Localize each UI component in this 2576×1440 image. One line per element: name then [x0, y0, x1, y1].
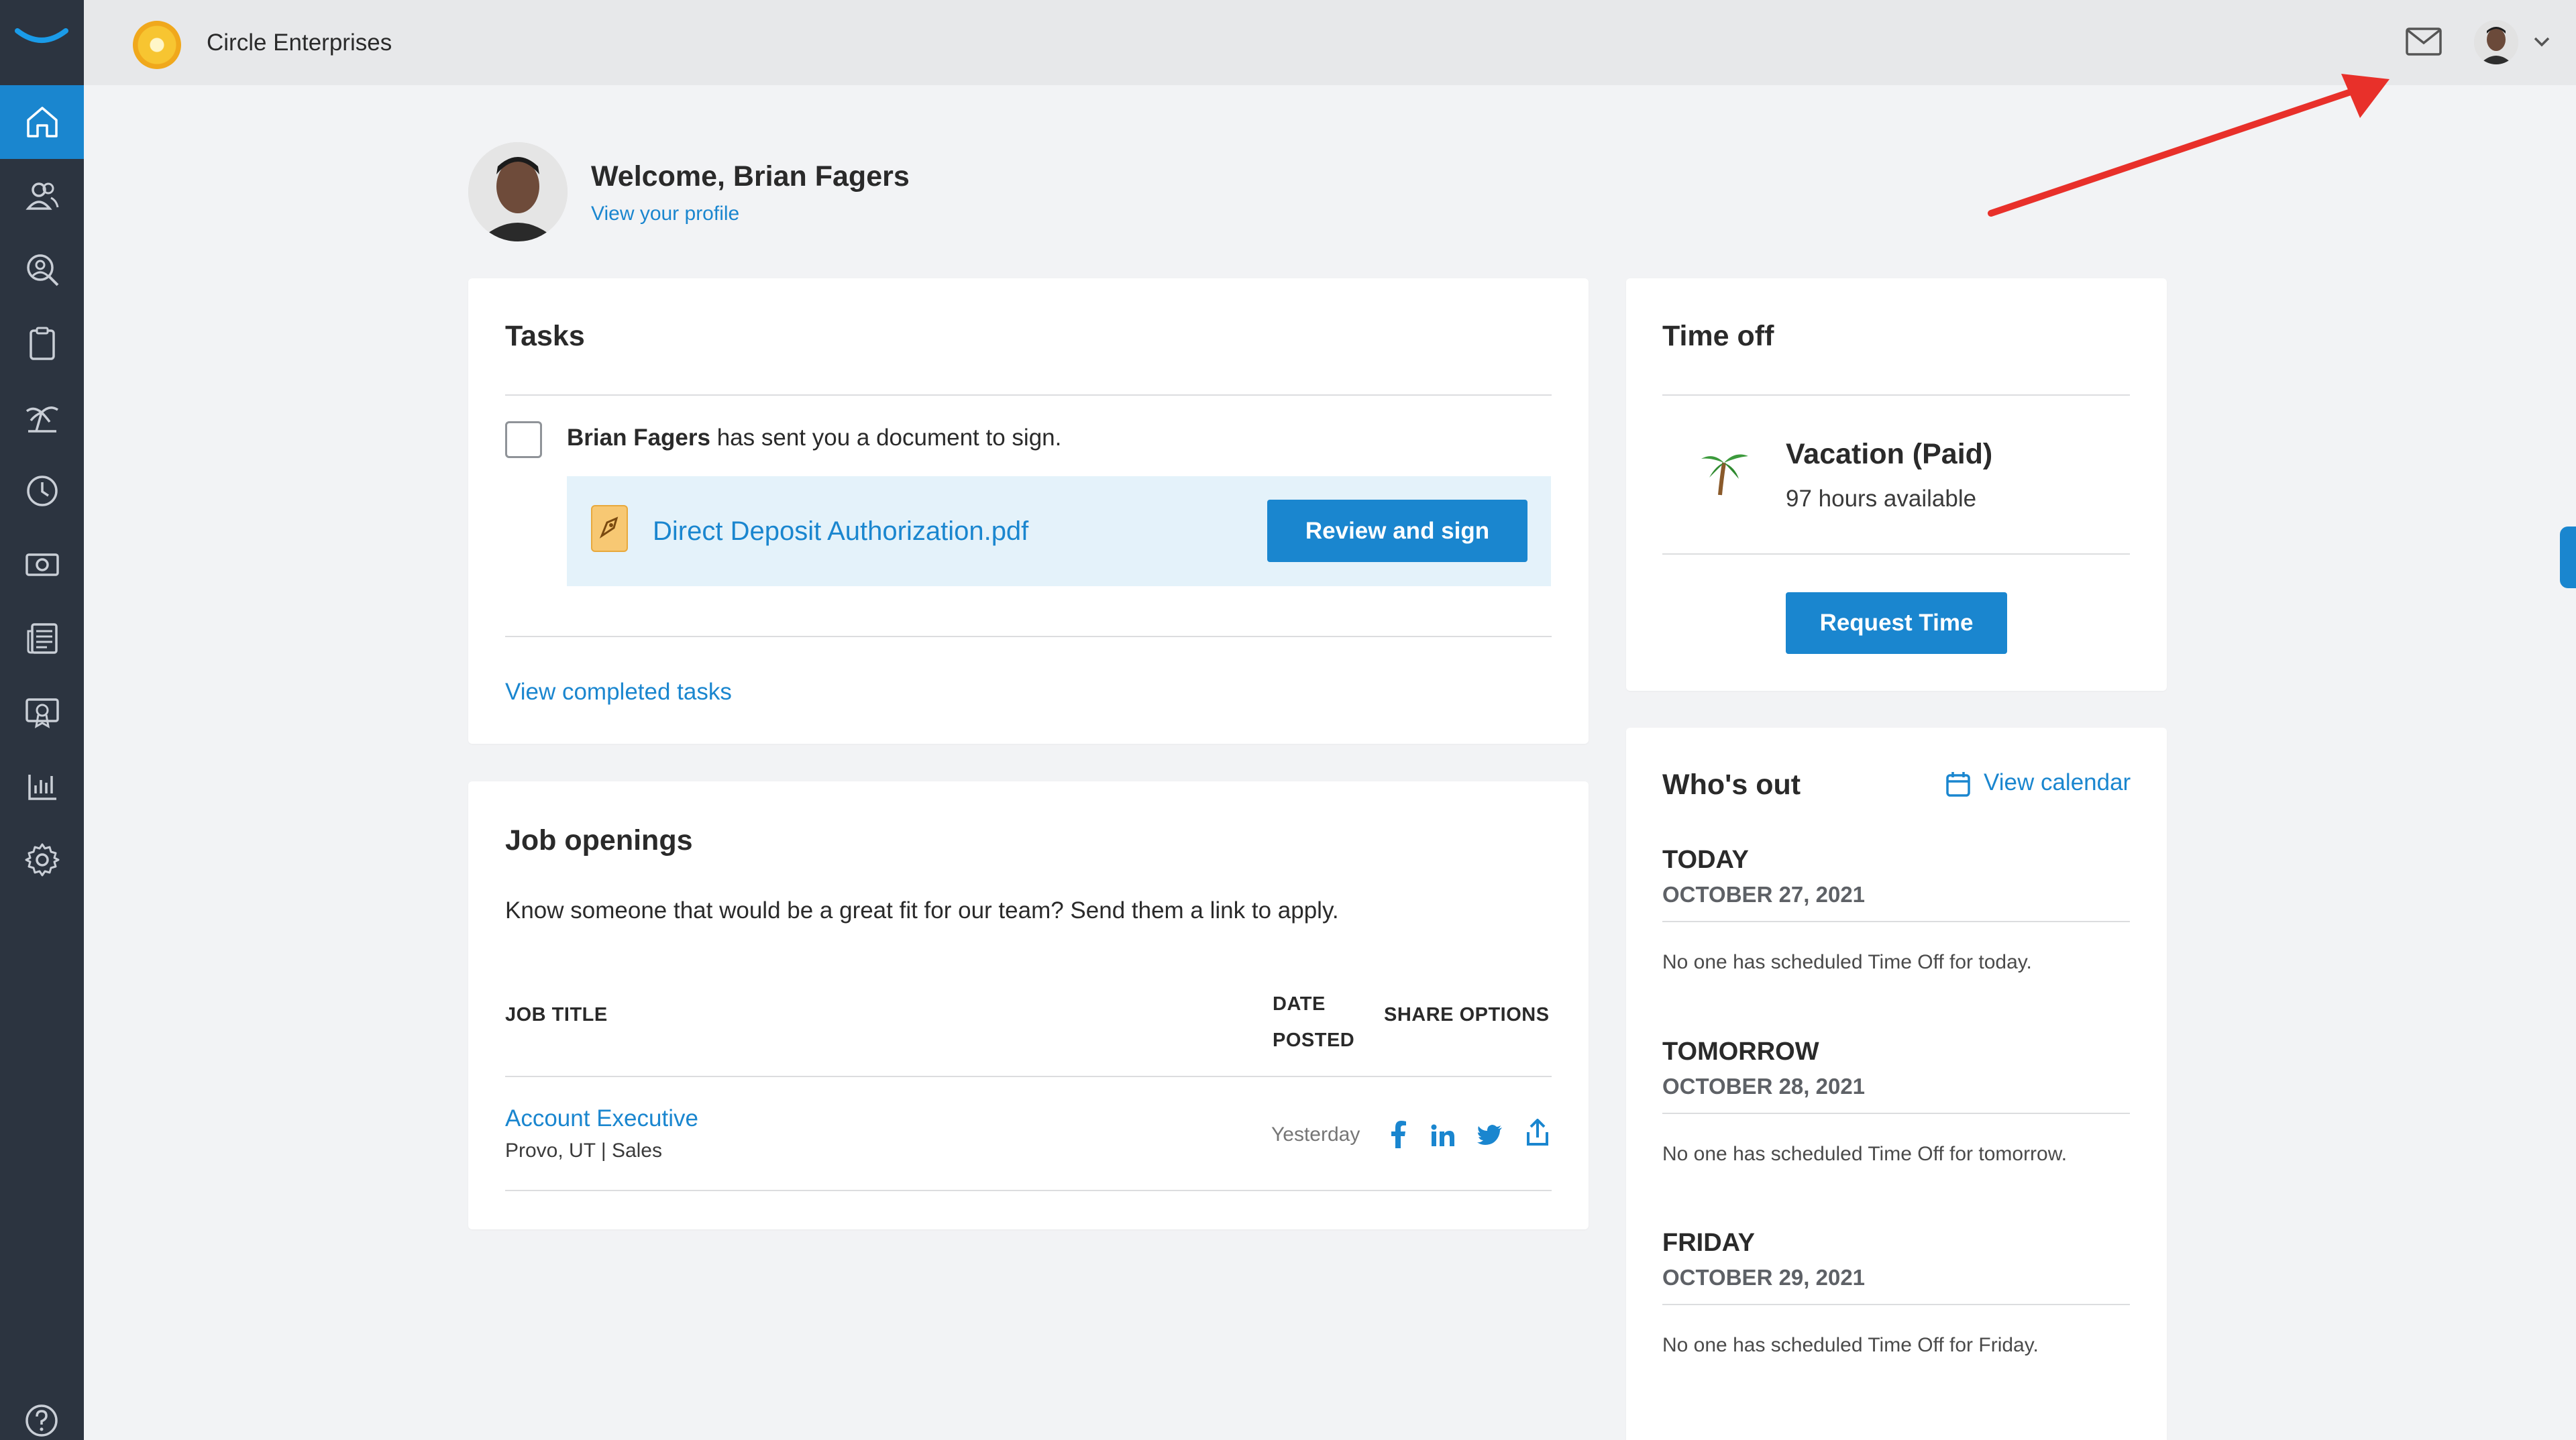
column-header-job-title: JOB TITLE [505, 1004, 608, 1026]
side-panel-tab[interactable] [2560, 527, 2576, 588]
clipboard-icon [29, 327, 55, 360]
company-name: Circle Enterprises [207, 30, 392, 56]
welcome-title: Welcome, Brian Fagers [591, 160, 910, 192]
brand-logo[interactable] [0, 0, 84, 85]
view-profile-link[interactable]: View your profile [591, 203, 739, 225]
bar-chart-icon [28, 775, 56, 800]
day-date: OCTOBER 29, 2021 [1662, 1265, 1866, 1290]
linkedin-icon[interactable] [1431, 1124, 1455, 1147]
day-note: No one has scheduled Time Off for today. [1662, 951, 2032, 973]
day-date: OCTOBER 28, 2021 [1662, 1074, 1866, 1099]
sidebar-item-training[interactable] [0, 675, 84, 749]
sidebar-item-people[interactable] [0, 159, 84, 233]
job-openings-description: Know someone that would be a great fit f… [505, 897, 1339, 924]
job-title-link[interactable]: Account Executive [505, 1105, 698, 1132]
twitter-icon[interactable] [1477, 1125, 1503, 1146]
sidebar-item-settings[interactable] [0, 823, 84, 897]
task-message: has sent you a document to sign. [710, 425, 1062, 451]
task-checkbox[interactable] [505, 421, 542, 458]
column-header-date-posted: DATE POSTED [1273, 986, 1354, 1058]
column-header-share-options: SHARE OPTIONS [1384, 1004, 1550, 1026]
task-text: Brian Fagers has sent you a document to … [567, 425, 1061, 451]
view-calendar-link[interactable]: View calendar [1984, 769, 2131, 796]
divider [1662, 394, 2130, 396]
whos-out-title: Who's out [1662, 769, 1801, 801]
document-sign-icon [591, 505, 628, 552]
certificate-icon [25, 698, 59, 728]
tasks-title: Tasks [505, 320, 585, 352]
job-date-posted: Yesterday [1271, 1123, 1360, 1146]
annotation-arrow [1988, 74, 2390, 217]
user-avatar[interactable] [2474, 20, 2518, 64]
sidebar-item-news[interactable] [0, 602, 84, 675]
day-label: TOMORROW [1662, 1038, 1819, 1066]
view-completed-tasks-link[interactable]: View completed tasks [505, 679, 732, 706]
sidebar-item-time-off[interactable] [0, 380, 84, 454]
sidebar [0, 85, 84, 1440]
day-label: TODAY [1662, 846, 1749, 874]
sidebar-item-payroll[interactable] [0, 528, 84, 602]
time-off-title: Time off [1662, 320, 1774, 352]
task-sender: Brian Fagers [567, 425, 710, 451]
column-header-date-line2: POSTED [1273, 1030, 1355, 1051]
sidebar-item-time[interactable] [0, 454, 84, 528]
divider [505, 636, 1552, 637]
sidebar-item-tasks[interactable] [0, 307, 84, 380]
calendar-icon[interactable] [1945, 771, 1971, 797]
review-and-sign-button[interactable]: Review and sign [1267, 500, 1527, 562]
divider [505, 394, 1552, 396]
chevron-down-icon[interactable] [2532, 35, 2551, 48]
home-icon [26, 107, 58, 137]
palm-tree-icon [1701, 454, 1748, 496]
day-note: No one has scheduled Time Off for tomorr… [1662, 1143, 2068, 1165]
facebook-icon[interactable] [1389, 1120, 1407, 1148]
divider [505, 1076, 1552, 1077]
share-icon[interactable] [1525, 1119, 1550, 1147]
company-logo [133, 21, 181, 69]
people-icon [25, 182, 58, 210]
divider [1662, 1304, 2130, 1305]
request-time-button[interactable]: Request Time [1786, 592, 2007, 654]
day-date: OCTOBER 27, 2021 [1662, 882, 1866, 907]
sidebar-item-directory[interactable] [0, 233, 84, 307]
job-location: Provo, UT | Sales [505, 1140, 662, 1162]
palm-tree-icon [25, 406, 58, 433]
divider [505, 1190, 1552, 1191]
job-openings-title: Job openings [505, 824, 693, 856]
person-search-icon [26, 254, 58, 286]
newspaper-icon [27, 623, 58, 654]
profile-avatar[interactable] [468, 142, 568, 241]
column-header-date-line1: DATE [1273, 993, 1326, 1015]
sidebar-item-home[interactable] [0, 85, 84, 159]
divider [1662, 1113, 2130, 1114]
day-note: No one has scheduled Time Off for Friday… [1662, 1334, 2039, 1356]
divider [1662, 921, 2130, 922]
vacation-hours: 97 hours available [1786, 486, 1977, 512]
money-icon [25, 553, 59, 576]
day-label: FRIDAY [1662, 1229, 1755, 1257]
vacation-policy-title: Vacation (Paid) [1786, 438, 1993, 470]
help-icon[interactable] [24, 1403, 59, 1438]
document-link[interactable]: Direct Deposit Authorization.pdf [653, 516, 1028, 547]
divider [1662, 553, 2130, 555]
mail-icon[interactable] [2405, 27, 2443, 56]
sidebar-item-reports[interactable] [0, 749, 84, 823]
gear-icon [25, 843, 59, 877]
clock-icon [26, 476, 58, 506]
